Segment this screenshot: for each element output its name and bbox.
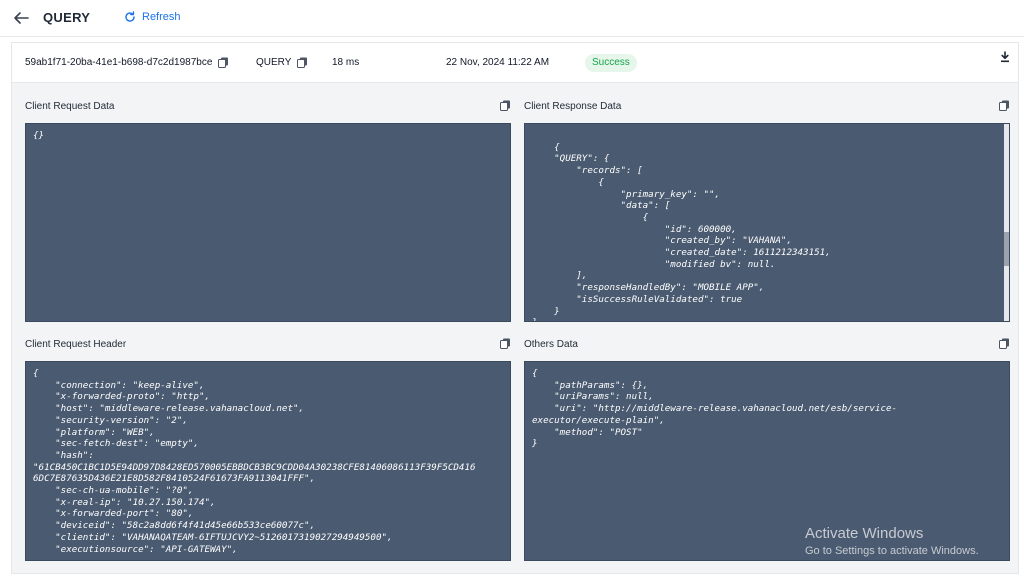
client-request-header-box[interactable]: { "connection": "keep-alive", "x-forward… xyxy=(25,361,511,561)
client-response-data-box[interactable]: { "QUERY": { "records": [ { "primary_key… xyxy=(524,123,1010,322)
others-data-box[interactable]: { "pathParams": {}, "uriParams": null, "… xyxy=(524,361,1010,561)
back-arrow-icon[interactable] xyxy=(12,9,30,27)
info-row: 59ab1f71-20ba-41e1-b698-d7c2d1987bce QUE… xyxy=(12,43,1018,83)
copy-icon[interactable] xyxy=(218,57,229,68)
client-response-data-content: { "QUERY": { "records": [ { "primary_key… xyxy=(532,141,831,321)
windows-activation-watermark-subtitle: Go to Settings to activate Windows. xyxy=(805,545,979,557)
refresh-icon xyxy=(125,11,135,22)
copy-icon[interactable] xyxy=(999,100,1010,111)
top-bar: QUERY Refresh xyxy=(0,0,1024,37)
windows-activation-watermark-title: Activate Windows xyxy=(805,525,924,542)
others-data-label: Others Data xyxy=(524,339,578,350)
page-title: QUERY xyxy=(43,10,91,25)
type-group: QUERY xyxy=(256,57,308,68)
client-request-data-box[interactable]: {} xyxy=(25,123,511,322)
scrollbar-track[interactable] xyxy=(1004,124,1009,321)
client-request-data-label: Client Request Data xyxy=(25,101,115,112)
request-id: 59ab1f71-20ba-41e1-b698-d7c2d1987bce xyxy=(25,57,213,68)
duration: 18 ms xyxy=(332,57,360,68)
download-icon[interactable] xyxy=(999,51,1011,63)
client-request-header-label: Client Request Header xyxy=(25,339,127,350)
scrollbar-thumb[interactable] xyxy=(1004,232,1009,266)
refresh-label: Refresh xyxy=(142,11,181,23)
client-response-data-label: Client Response Data xyxy=(524,101,622,112)
request-type: QUERY xyxy=(256,57,292,68)
log-detail-panel: 59ab1f71-20ba-41e1-b698-d7c2d1987bce QUE… xyxy=(11,42,1019,574)
copy-icon[interactable] xyxy=(500,338,511,349)
copy-icon[interactable] xyxy=(999,338,1010,349)
copy-icon[interactable] xyxy=(500,100,511,111)
request-id-group: 59ab1f71-20ba-41e1-b698-d7c2d1987bce xyxy=(25,57,229,68)
copy-icon[interactable] xyxy=(297,57,308,68)
status-badge: Success xyxy=(585,54,637,72)
timestamp: 22 Nov, 2024 11:22 AM xyxy=(446,57,550,68)
refresh-button[interactable]: Refresh xyxy=(124,11,181,23)
